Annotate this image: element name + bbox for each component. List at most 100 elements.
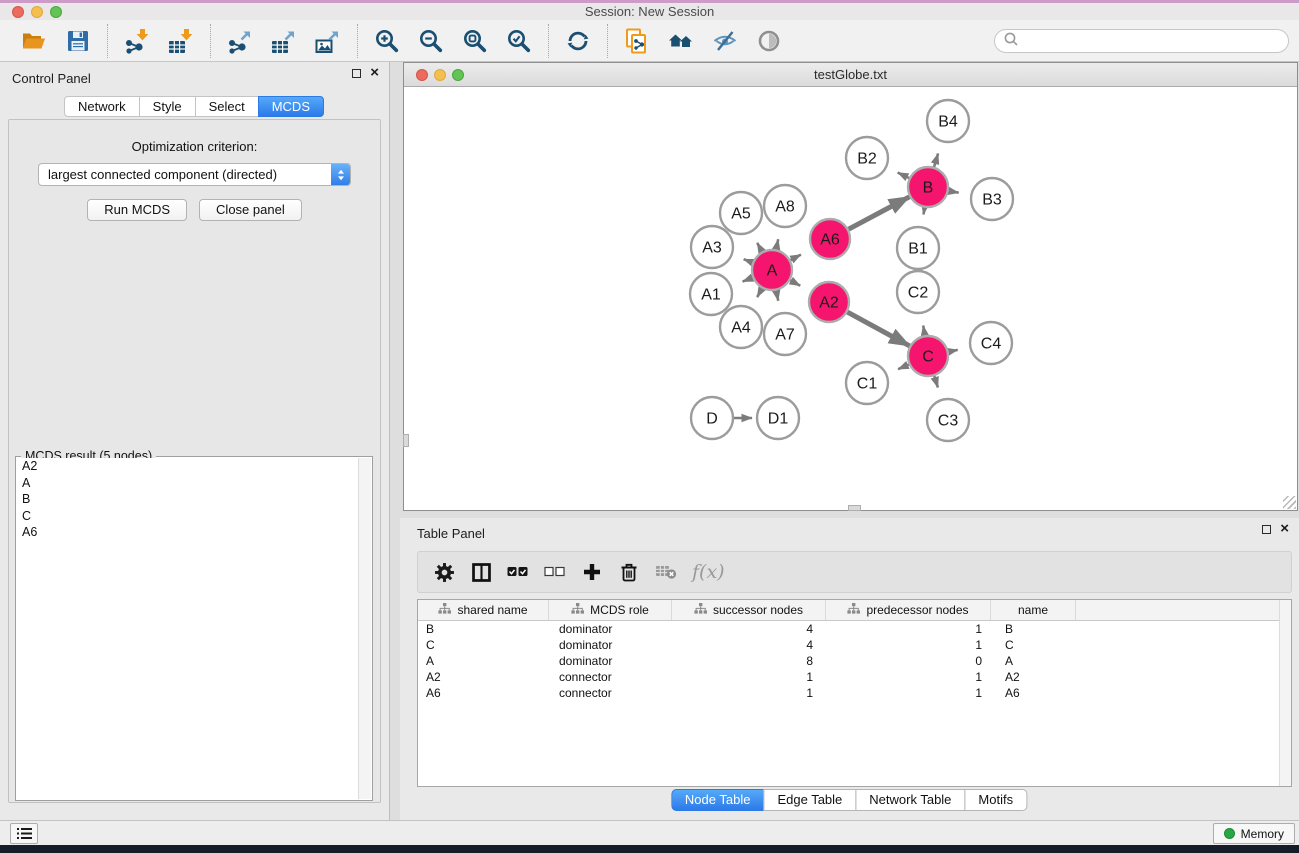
graph-edge-A-A6[interactable]	[791, 255, 801, 261]
graph-node-C[interactable]: C	[908, 336, 948, 376]
unselect-all-columns-icon[interactable]	[544, 561, 566, 583]
graph-edge-A-A8[interactable]	[776, 239, 778, 249]
close-panel-icon[interactable]: ×	[370, 68, 379, 78]
result-list-scrollbar[interactable]	[358, 458, 371, 799]
tab-edge-table[interactable]: Edge Table	[763, 789, 856, 811]
graph-edge-A6-B[interactable]	[849, 197, 910, 229]
table-scrollbar[interactable]	[1279, 600, 1291, 786]
tab-network-table[interactable]: Network Table	[855, 789, 965, 811]
refresh-network-icon[interactable]	[565, 28, 591, 54]
left-scrollbar-grip[interactable]	[403, 434, 409, 447]
memory-button[interactable]: Memory	[1213, 823, 1295, 844]
export-image-icon[interactable]	[315, 28, 341, 54]
network-minimize-button[interactable]	[434, 69, 446, 81]
mcds-result-item[interactable]: A2	[17, 458, 371, 475]
hide-selected-icon[interactable]	[712, 28, 738, 54]
graph-node-D[interactable]: D	[691, 397, 733, 439]
graph-node-A3[interactable]: A3	[691, 226, 733, 268]
tab-style[interactable]: Style	[139, 96, 196, 117]
graph-edge-B-B4[interactable]	[934, 154, 938, 167]
table-row[interactable]: Cdominator41C	[418, 637, 1291, 653]
graph-node-C2[interactable]: C2	[897, 271, 939, 313]
graph-node-B2[interactable]: B2	[846, 137, 888, 179]
graph-edge-A-A4[interactable]	[757, 288, 762, 297]
graph-edge-A-A1[interactable]	[743, 278, 753, 282]
zoom-in-icon[interactable]	[374, 28, 400, 54]
network-canvas[interactable]: B4B2BB3A5A8A6A3AB1A1C2A2A4A7CC4C1C3DD1	[404, 87, 1297, 510]
zoom-selected-icon[interactable]	[506, 28, 532, 54]
network-zoom-button[interactable]	[452, 69, 464, 81]
mcds-result-item[interactable]: A6	[17, 524, 371, 541]
close-panel-button[interactable]: Close panel	[199, 199, 302, 221]
mcds-result-item[interactable]: C	[17, 508, 371, 525]
tab-motifs[interactable]: Motifs	[964, 789, 1027, 811]
close-table-panel-icon[interactable]: ×	[1280, 524, 1289, 534]
network-window-titlebar[interactable]: testGlobe.txt	[404, 63, 1297, 87]
delete-column-icon[interactable]	[618, 561, 640, 583]
graph-node-B[interactable]: B	[908, 167, 948, 207]
graph-node-D1[interactable]: D1	[757, 397, 799, 439]
zoom-window-button[interactable]	[50, 6, 62, 18]
graph-edge-A-A5[interactable]	[757, 243, 762, 252]
criterion-select[interactable]: largest connected component (directed)	[38, 163, 351, 186]
graph-node-A1[interactable]: A1	[690, 273, 732, 315]
window-resize-grip[interactable]	[1283, 496, 1296, 509]
minimize-window-button[interactable]	[31, 6, 43, 18]
column-header-name[interactable]: name	[991, 600, 1076, 620]
table-row[interactable]: Adominator80A	[418, 653, 1291, 669]
graph-node-C3[interactable]: C3	[927, 399, 969, 441]
column-header-MCDS-role[interactable]: MCDS role	[549, 600, 672, 620]
graph-edge-A-A2[interactable]	[790, 280, 800, 286]
float-table-panel-icon[interactable]	[1262, 525, 1271, 534]
graph-node-B3[interactable]: B3	[971, 178, 1013, 220]
graph-edge-B-B3[interactable]	[949, 191, 959, 193]
bottom-scrollbar-grip[interactable]	[848, 505, 861, 511]
graph-node-A6[interactable]: A6	[810, 219, 850, 259]
graph-node-A2[interactable]: A2	[809, 282, 849, 322]
graph-edge-C-C1[interactable]	[898, 365, 909, 370]
tab-select[interactable]: Select	[195, 96, 259, 117]
column-header-successor-nodes[interactable]: successor nodes	[672, 600, 826, 620]
graph-edge-A-A3[interactable]	[744, 259, 753, 262]
graph-node-A8[interactable]: A8	[764, 185, 806, 227]
network-close-button[interactable]	[416, 69, 428, 81]
export-network-icon[interactable]	[227, 28, 253, 54]
graph-node-B1[interactable]: B1	[897, 227, 939, 269]
graph-node-C4[interactable]: C4	[970, 322, 1012, 364]
delete-table-icon[interactable]	[655, 561, 677, 583]
graph-edge-A2-C[interactable]	[847, 312, 909, 346]
graph-edge-B-B1[interactable]	[924, 208, 925, 215]
add-column-icon[interactable]	[581, 561, 603, 583]
graph-edge-B-B2[interactable]	[898, 173, 909, 178]
select-all-columns-icon[interactable]	[507, 561, 529, 583]
graph-node-C1[interactable]: C1	[846, 362, 888, 404]
graph-edge-A-A7[interactable]	[776, 291, 778, 301]
open-file-icon[interactable]	[21, 28, 47, 54]
graph-node-A5[interactable]: A5	[720, 192, 762, 234]
mcds-result-item[interactable]: B	[17, 491, 371, 508]
import-table-icon[interactable]	[168, 28, 194, 54]
show-all-icon[interactable]	[756, 28, 782, 54]
zoom-out-icon[interactable]	[418, 28, 444, 54]
close-window-button[interactable]	[12, 6, 24, 18]
tab-node-table[interactable]: Node Table	[671, 789, 765, 811]
search-field[interactable]	[994, 29, 1289, 53]
table-row[interactable]: Bdominator41B	[418, 621, 1291, 637]
mcds-result-item[interactable]: A	[17, 475, 371, 492]
graph-node-A4[interactable]: A4	[720, 306, 762, 348]
column-header-shared-name[interactable]: shared name	[418, 600, 549, 620]
attribute-settings-icon[interactable]	[433, 561, 455, 583]
clone-network-icon[interactable]	[624, 28, 650, 54]
save-session-icon[interactable]	[65, 28, 91, 54]
graph-node-A7[interactable]: A7	[764, 313, 806, 355]
float-panel-icon[interactable]	[352, 69, 361, 78]
graph-edge-C-C4[interactable]	[949, 350, 958, 352]
export-table-icon[interactable]	[271, 28, 297, 54]
graph-edge-C-C3[interactable]	[934, 376, 938, 388]
import-network-icon[interactable]	[124, 28, 150, 54]
run-mcds-button[interactable]: Run MCDS	[87, 199, 187, 221]
zoom-fit-icon[interactable]	[462, 28, 488, 54]
graph-node-B4[interactable]: B4	[927, 100, 969, 142]
search-input[interactable]	[1019, 34, 1288, 49]
column-layout-icon[interactable]	[470, 561, 492, 583]
